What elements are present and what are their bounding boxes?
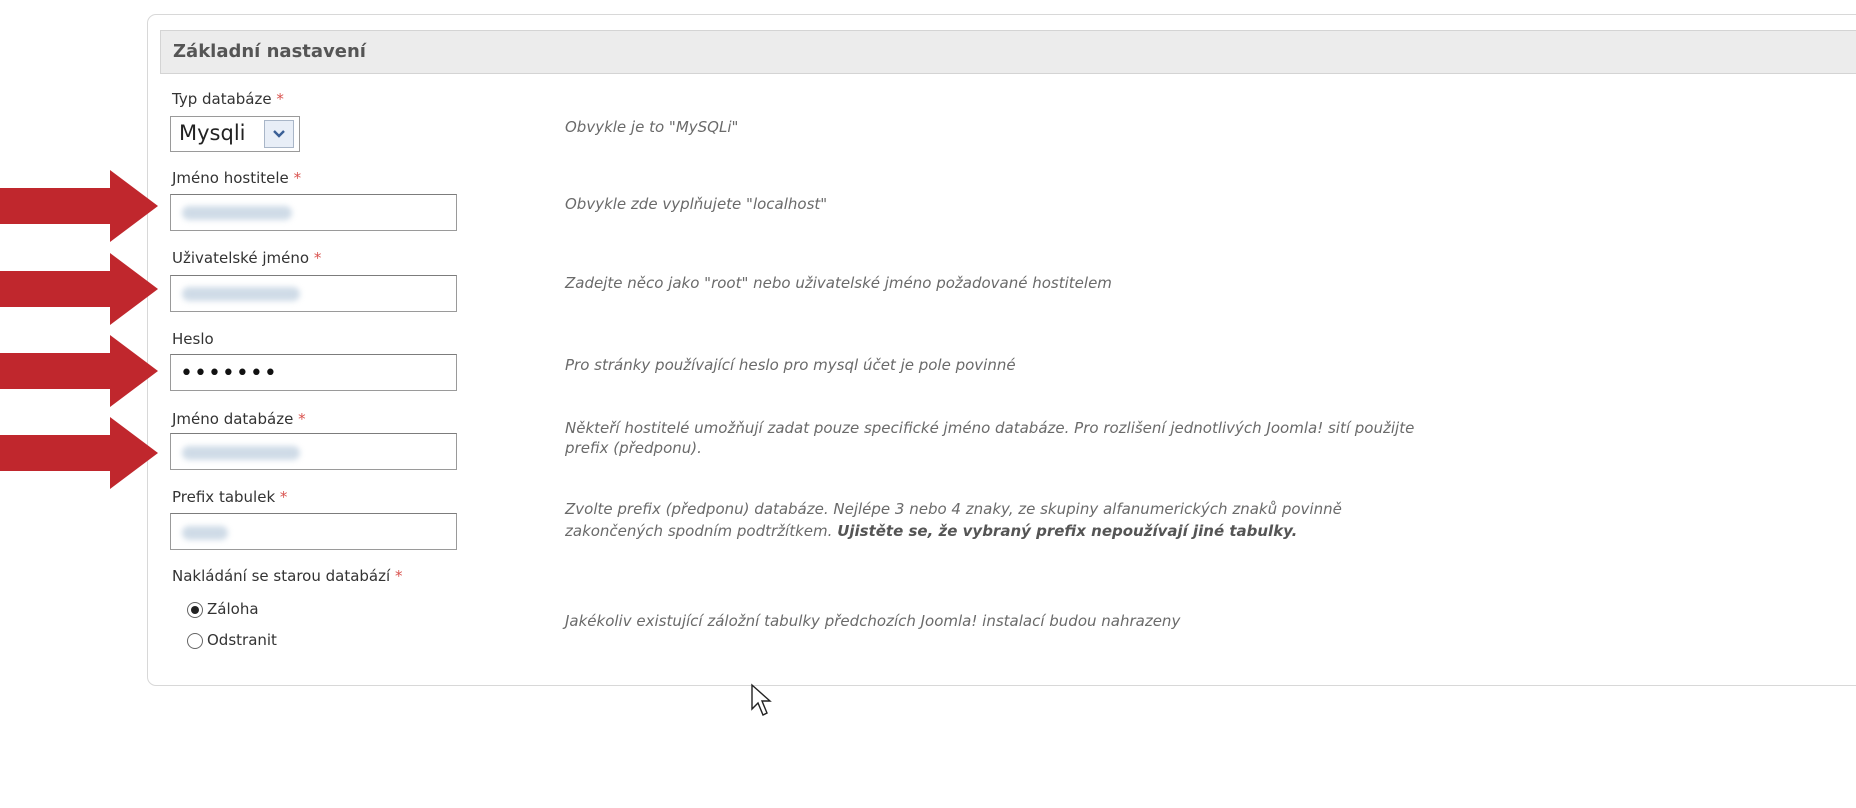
password-dots: ••••••• (180, 361, 278, 386)
hostname-hint: Obvykle zde vyplňujete "localhost" (565, 195, 828, 213)
username-label: Uživatelské jméno * (172, 249, 322, 267)
redacted-username (182, 287, 300, 301)
db-name-label: Jméno databáze * (172, 410, 306, 428)
prefix-label: Prefix tabulek * (172, 488, 288, 506)
red-arrow-icon (0, 253, 158, 325)
radio-remove-label: Odstranit (207, 631, 277, 649)
radio-remove-button[interactable] (187, 633, 203, 649)
db-type-select[interactable]: Mysqli (170, 116, 300, 152)
prefix-hint-warning: Ujistěte se, že vybraný prefix nepoužíva… (837, 522, 1298, 540)
hostname-label: Jméno hostitele * (172, 169, 302, 187)
username-hint: Zadejte něco jako "root" nebo uživatelsk… (565, 274, 1112, 292)
old-db-label: Nakládání se starou databází * (172, 567, 403, 585)
prefix-hint-1: Zvolte prefix (předponu) databáze. Nejlé… (565, 500, 1342, 518)
redacted-db-name (182, 446, 300, 460)
chevron-down-icon[interactable] (264, 120, 294, 148)
redacted-hostname (182, 206, 292, 220)
mouse-pointer-icon (751, 683, 772, 716)
section-title: Základní nastavení (173, 41, 366, 62)
prefix-hint-2: zakončených spodním podtržítkem. Ujistět… (565, 522, 1298, 540)
section-header: Základní nastavení (160, 30, 1856, 74)
settings-panel (147, 14, 1856, 686)
db-type-hint: Obvykle je to "MySQLi" (565, 118, 739, 136)
old-db-hint: Jakékoliv existující záložní tabulky pře… (565, 612, 1181, 630)
db-name-hint-2: prefix (předponu). (565, 439, 702, 457)
redacted-prefix (182, 526, 228, 540)
password-hint: Pro stránky používající heslo pro mysql … (565, 356, 1016, 374)
password-label: Heslo (172, 330, 214, 348)
db-type-value: Mysqli (179, 121, 246, 145)
red-arrow-icon (0, 417, 158, 489)
db-type-label: Typ databáze * (172, 90, 284, 108)
radio-backup-label: Záloha (207, 600, 259, 618)
radio-backup-button[interactable] (187, 602, 203, 618)
db-name-hint-1: Někteří hostitelé umožňují zadat pouze s… (565, 419, 1415, 437)
red-arrow-icon (0, 335, 158, 407)
red-arrow-icon (0, 170, 158, 242)
